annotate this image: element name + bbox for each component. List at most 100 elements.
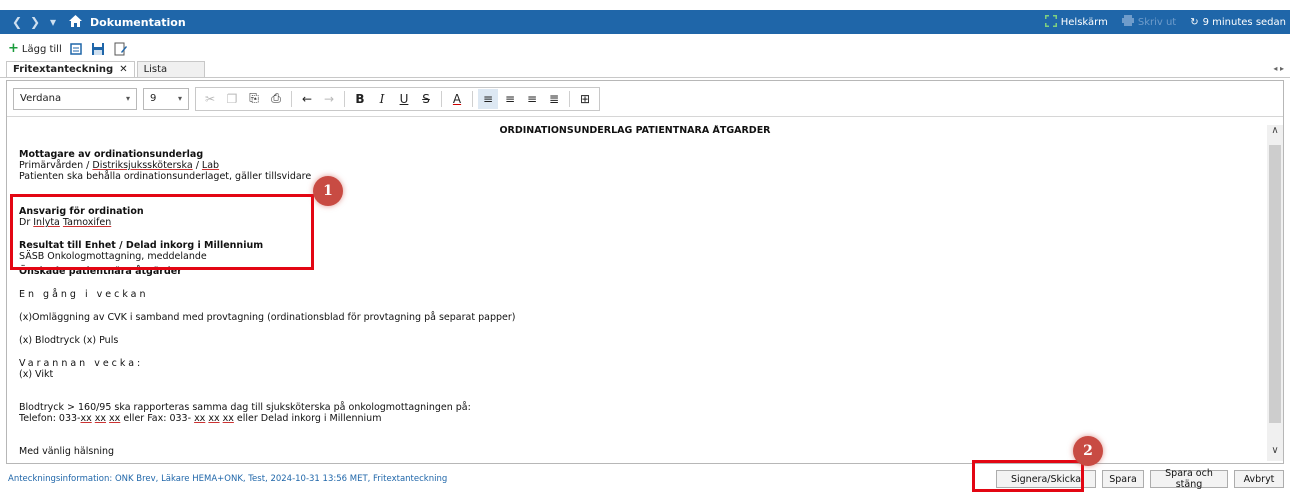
closing-line: Med vänlig hälsning (19, 446, 115, 457)
tab-scroll-arrows-icon[interactable]: ◂ ▸ (1273, 64, 1284, 73)
recipient-section: Mottagare av ordinationsunderlag Primärv… (19, 149, 1251, 182)
undo-icon[interactable]: ← (297, 89, 317, 109)
close-icon[interactable]: ✕ (119, 64, 127, 75)
chevron-up-icon[interactable]: ∧ (1267, 125, 1283, 141)
chevron-down-icon: ▾ (125, 94, 130, 103)
print-button[interactable]: Skriv ut (1121, 15, 1177, 29)
weekly-line: En gång i veckan (19, 289, 149, 300)
chevron-down-icon[interactable]: ∨ (1267, 445, 1283, 461)
plus-icon: + (8, 41, 19, 56)
save-button[interactable]: Spara (1102, 470, 1144, 488)
tab-label: Fritextanteckning (13, 64, 114, 75)
refresh-label: 9 minutes sedan (1202, 16, 1286, 28)
underline-icon[interactable]: U (394, 89, 414, 109)
font-color-icon[interactable]: A (447, 89, 467, 109)
result-section: Resultat till Enhet / Delad inkorg i Mil… (19, 240, 1251, 262)
fax-part: xx (208, 413, 220, 424)
format-button-group: ✂ ❐ ⎘ ⎙ ← → B I U S A ≡ ≡ ≡ ≣ ⊞ (195, 86, 600, 111)
phone-part: xx (80, 413, 92, 424)
responsible-prefix: Dr (19, 217, 34, 228)
actions-heading: Önskade patientnära åtgärder (19, 266, 182, 277)
result-heading: Resultat till Enhet / Delad inkorg i Mil… (19, 240, 264, 251)
forward-arrow-icon[interactable]: ❯ (26, 15, 44, 29)
footer: Anteckningsinformation: ONK Brev, Läkare… (0, 466, 1290, 492)
add-label: Lägg till (21, 43, 62, 55)
bold-icon[interactable]: B (350, 89, 370, 109)
add-button[interactable]: + Lägg till (8, 41, 62, 56)
fax-mid: eller Fax: 033- (120, 413, 195, 424)
save-icon[interactable] (90, 41, 106, 57)
bp-line: Blodtryck > 160/95 ska rapporteras samma… (19, 402, 471, 413)
recipient-line: Primärvården / Distriksjukssköterska / L… (19, 160, 1251, 171)
align-center-icon[interactable]: ≡ (500, 89, 520, 109)
responsible-heading: Ansvarig för ordination (19, 206, 144, 217)
print-label: Skriv ut (1137, 16, 1177, 28)
divider (344, 90, 345, 107)
home-icon[interactable] (62, 14, 88, 30)
tab-fritextanteckning[interactable]: Fritextanteckning ✕ (6, 61, 135, 77)
redo-icon[interactable]: → (319, 89, 339, 109)
responsible-line: Dr Inlyta Tamoxifen (19, 217, 1251, 228)
chevron-down-icon: ▾ (177, 94, 182, 103)
alternate-week-section: Varannan vecka: (x) Vikt (19, 358, 1251, 380)
title-bar: ❮ ❯ ▾ Dokumentation Helskärm Skriv ut ↻ … (0, 10, 1290, 34)
refresh-button[interactable]: ↻ 9 minutes sedan (1190, 17, 1286, 28)
copy-icon[interactable]: ❐ (222, 89, 242, 109)
vertical-scrollbar[interactable]: ∧ ∨ (1267, 125, 1283, 461)
vitals-line: (x) Blodtryck (x) Puls (19, 335, 119, 346)
recipient-text: Primärvården / (19, 160, 93, 171)
phone-part: xx (94, 413, 107, 424)
align-justify-icon[interactable]: ≣ (544, 89, 564, 109)
alternate-week-line: Varannan vecka: (19, 358, 144, 369)
phone-line: Telefon: 033-xx xx xx eller Fax: 033- xx… (19, 413, 1251, 424)
italic-icon[interactable]: I (372, 89, 392, 109)
responsible-section: Ansvarig för ordination Dr Inlyta Tamoxi… (19, 206, 1251, 228)
cancel-button[interactable]: Avbryt (1234, 470, 1284, 488)
sign-send-button[interactable]: Signera/Skicka (996, 470, 1096, 488)
text-editor: Verdana ▾ 9 ▾ ✂ ❐ ⎘ ⎙ ← → B I U S A ≡ ≡ … (6, 80, 1284, 464)
cut-icon[interactable]: ✂ (200, 89, 220, 109)
tab-lista[interactable]: Lista (136, 61, 205, 77)
note-info: Anteckningsinformation: ONK Brev, Läkare… (8, 474, 448, 484)
responsible-last-name: Tamoxifen (62, 217, 112, 228)
template-icon[interactable] (68, 41, 84, 57)
cvk-line: (x)Omläggning av CVK i samband med provt… (19, 312, 516, 323)
fax-part: xx (194, 413, 206, 424)
back-arrow-icon[interactable]: ❮ (8, 15, 26, 29)
paste-special-icon[interactable]: ⎙ (266, 89, 286, 109)
callout-badge: 2 (1073, 436, 1103, 466)
font-value: Verdana (20, 93, 62, 104)
recipient-note: Patienten ska behålla ordinationsunderla… (19, 171, 312, 182)
printer-icon (1121, 15, 1134, 29)
callout-badge: 1 (313, 176, 343, 206)
phone-prefix: Telefon: 033- (19, 413, 81, 424)
align-right-icon[interactable]: ≡ (522, 89, 542, 109)
font-size-value: 9 (150, 93, 157, 104)
tab-bar: Fritextanteckning ✕ Lista ◂ ▸ (0, 61, 1290, 78)
insert-table-icon[interactable]: ⊞ (575, 89, 595, 109)
save-and-close-button[interactable]: Spara och stäng (1150, 468, 1228, 490)
scroll-thumb[interactable] (1269, 145, 1281, 423)
divider (291, 90, 292, 107)
font-size-select[interactable]: 9 ▾ (143, 87, 189, 110)
fullscreen-icon (1044, 14, 1057, 30)
report-section: Blodtryck > 160/95 ska rapporteras samma… (19, 402, 1251, 424)
page-title: Dokumentation (90, 15, 186, 29)
recipient-heading: Mottagare av ordinationsunderlag (19, 149, 204, 160)
divider (569, 90, 570, 107)
align-left-icon[interactable]: ≡ (478, 88, 498, 109)
dropdown-icon[interactable]: ▾ (44, 15, 62, 29)
phone-suffix: eller Delad inkorg i Millennium (233, 413, 382, 424)
edit-document-icon[interactable] (112, 41, 128, 57)
strikethrough-icon[interactable]: S (416, 89, 436, 109)
document-title: ORDINATIONSUNDERLAG PATIENTNÄRA ÅTGÄRDER (499, 125, 771, 136)
fullscreen-button[interactable]: Helskärm (1044, 14, 1108, 30)
result-value: SÄSB Onkologmottagning, meddelande (19, 251, 207, 262)
refresh-icon: ↻ (1190, 16, 1199, 28)
phone-part: xx (109, 413, 121, 424)
tab-label: Lista (143, 64, 168, 75)
recipient-link: Lab (201, 160, 220, 171)
font-select[interactable]: Verdana ▾ (13, 87, 137, 110)
document-body[interactable]: ORDINATIONSUNDERLAG PATIENTNÄRA ÅTGÄRDER… (19, 125, 1251, 461)
paste-icon[interactable]: ⎘ (244, 89, 264, 109)
